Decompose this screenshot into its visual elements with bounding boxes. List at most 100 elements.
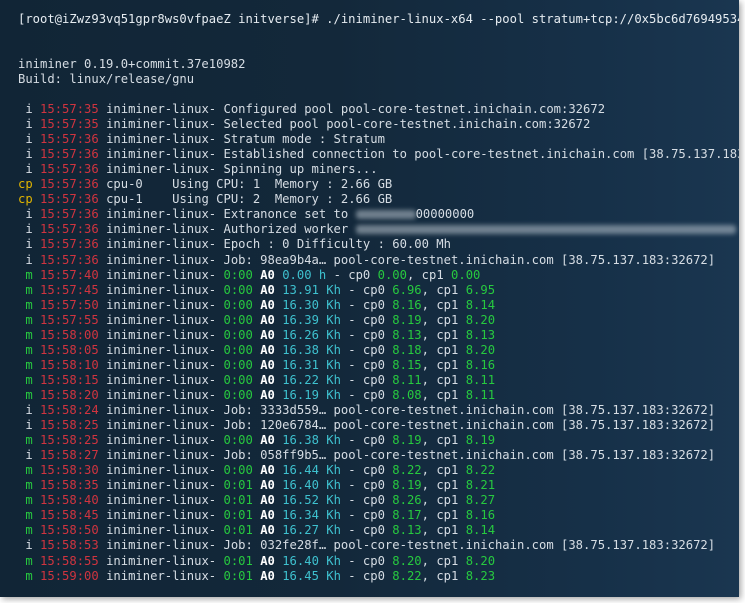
log-level: m: [18, 568, 33, 583]
log-timestamp: 15:58:15: [40, 372, 99, 387]
log-line: i 15:57:36 iniminer-linux- Stratum mode …: [18, 132, 385, 147]
uptime: 0:00: [223, 327, 253, 342]
log-timestamp: 15:58:55: [40, 553, 99, 568]
log-level: m: [18, 282, 33, 297]
command-line: [root@iZwz93vq51gpr8ws0vfpaeZ initverse]…: [18, 12, 739, 26]
log-timestamp: 15:57:40: [40, 267, 99, 282]
log-message: Selected pool pool-core-testnet.inichain…: [223, 117, 591, 132]
log-level: m: [18, 297, 33, 312]
log-level: i: [18, 162, 33, 177]
cp0-rate: 8.22: [392, 463, 422, 478]
terminal-window[interactable]: [root@iZwz93vq51gpr8ws0vfpaeZ initverse]…: [0, 0, 739, 597]
log-line: i 15:58:53 iniminer-linux- Job: 032fe28f…: [18, 538, 715, 553]
log-level: i: [18, 418, 33, 433]
log-message: Using CPU: 1 Memory : 2.66 GB: [172, 177, 393, 192]
cp0-rate: 8.19: [392, 478, 422, 493]
accepted-count: A0: [260, 553, 275, 568]
cp1-rate: 8.11: [465, 387, 496, 402]
log-message: Job: 120e6784… pool-core-testnet.inichai…: [223, 418, 716, 433]
log-timestamp: 15:58:27: [40, 448, 99, 463]
log-level: i: [18, 252, 33, 267]
log-timestamp: 15:57:50: [40, 297, 99, 312]
hashrate: 16.45 Kh: [282, 568, 341, 583]
uptime: 0:01: [223, 568, 253, 583]
cp1-rate: 8.20: [465, 342, 496, 357]
accepted-count: A0: [260, 463, 275, 478]
log-level: i: [18, 147, 33, 162]
log-line: m 15:57:50 iniminer-linux- 0:00 A0 16.30…: [18, 297, 496, 312]
uptime: 0:00: [223, 372, 253, 387]
log-message: Authorized worker: [223, 222, 356, 237]
log-timestamp: 15:58:25: [40, 418, 99, 433]
hashrate: 16.27 Kh: [282, 523, 341, 538]
cp1-rate: 8.21: [465, 478, 496, 493]
log-timestamp: 15:58:00: [40, 327, 99, 342]
log-source: iniminer-linux-: [106, 132, 217, 147]
log-source: iniminer-linux-: [106, 147, 217, 162]
accepted-count: A0: [260, 312, 275, 327]
log-source: iniminer-linux-: [106, 523, 217, 538]
log-level: m: [18, 372, 33, 387]
log-message: Job: 3333d559… pool-core-testnet.inichai…: [223, 403, 716, 417]
log-source: iniminer-linux-: [106, 403, 217, 417]
log-message: Extranonce set to: [223, 207, 356, 222]
log-timestamp: 15:57:36: [40, 132, 99, 147]
log-level: i: [18, 132, 33, 147]
log-line: m 15:58:10 iniminer-linux- 0:00 A0 16.31…: [18, 357, 496, 372]
log-timestamp: 15:57:55: [40, 312, 99, 327]
hashrate: 16.34 Kh: [282, 508, 341, 523]
hashrate: 16.30 Kh: [282, 297, 341, 312]
cp1-rate: 8.27: [465, 493, 496, 508]
log-timestamp: 15:57:45: [40, 282, 99, 297]
accepted-count: A0: [260, 327, 275, 342]
log-source: iniminer-linux-: [106, 267, 217, 282]
hashrate: 0.00 h: [282, 267, 327, 282]
log-level: i: [18, 207, 33, 222]
uptime: 0:00: [223, 387, 253, 402]
log-timestamp: 15:58:50: [40, 523, 99, 538]
log-line: m 15:57:45 iniminer-linux- 0:00 A0 13.91…: [18, 282, 496, 297]
log-line: i 15:58:25 iniminer-linux- Job: 120e6784…: [18, 418, 715, 433]
log-level: i: [18, 117, 33, 132]
log-source: iniminer-linux-: [106, 433, 217, 448]
log-timestamp: 15:57:35: [40, 117, 99, 132]
log-level: i: [18, 102, 33, 116]
accepted-count: A0: [260, 342, 275, 357]
log-timestamp: 15:57:36: [40, 237, 99, 252]
log-level: m: [18, 312, 33, 327]
log-message: Job: 98ea9b4a… pool-core-testnet.inichai…: [223, 252, 716, 267]
uptime: 0:00: [223, 312, 253, 327]
log-source: cpu-1: [106, 192, 165, 207]
uptime: 0:00: [223, 433, 253, 448]
log-timestamp: 15:58:24: [40, 403, 99, 417]
log-line: m 15:58:45 iniminer-linux- 0:01 A0 16.34…: [18, 508, 496, 523]
log-source: iniminer-linux-: [106, 478, 217, 493]
log-level: m: [18, 493, 33, 508]
log-level: i: [18, 403, 33, 417]
log-source: iniminer-linux-: [106, 102, 217, 116]
log-source: iniminer-linux-: [106, 237, 217, 252]
log-timestamp: 15:57:36: [40, 252, 99, 267]
log-source: iniminer-linux-: [106, 568, 217, 583]
log-message: Configured pool pool-core-testnet.inicha…: [223, 102, 606, 116]
log-level: m: [18, 342, 33, 357]
log-timestamp: 15:58:20: [40, 387, 99, 402]
log-timestamp: 15:57:35: [40, 102, 99, 116]
log-source: iniminer-linux-: [106, 538, 217, 553]
hashrate: 16.40 Kh: [282, 478, 341, 493]
uptime: 0:01: [223, 508, 253, 523]
log-timestamp: 15:57:36: [40, 207, 99, 222]
log-level: m: [18, 267, 33, 282]
log-timestamp: 15:57:36: [40, 192, 99, 207]
accepted-count: A0: [260, 433, 275, 448]
version-line: iniminer 0.19.0+commit.37e10982: [18, 57, 246, 71]
cp0-rate: 6.96: [392, 282, 422, 297]
uptime: 0:00: [223, 267, 253, 282]
log-line: cp 15:57:36 cpu-1 Using CPU: 2 Memory : …: [18, 192, 392, 207]
cp1-rate: 8.16: [465, 508, 496, 523]
log-level: cp: [18, 192, 33, 207]
accepted-count: A0: [260, 297, 275, 312]
log-source: iniminer-linux-: [106, 297, 217, 312]
log-line: m 15:58:30 iniminer-linux- 0:00 A0 16.44…: [18, 463, 496, 478]
log-line: m 15:59:00 iniminer-linux- 0:01 A0 16.45…: [18, 568, 496, 583]
